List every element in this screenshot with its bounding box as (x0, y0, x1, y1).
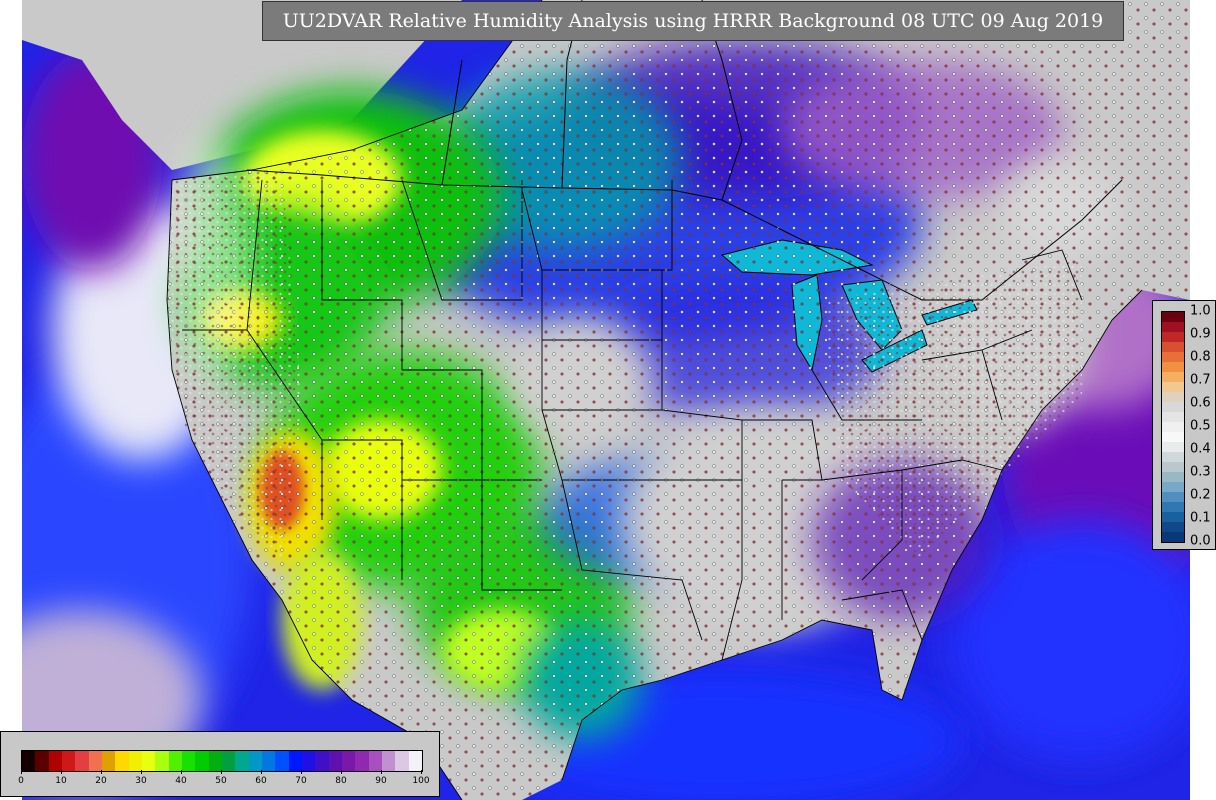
rh-color-segment (22, 751, 36, 771)
rh-tick-mark (301, 770, 302, 774)
increment-tick-label: 0.5 (1190, 418, 1211, 434)
rh-color-segment (355, 751, 369, 771)
rh-colorbar-gradient (21, 750, 423, 772)
increment-color-segment (1162, 452, 1184, 462)
increment-color-segment (1162, 522, 1184, 532)
rh-tick-label: 30 (135, 776, 147, 786)
increment-tick-label: 0.8 (1190, 349, 1211, 365)
increment-tick-label: 0.2 (1190, 487, 1211, 503)
increment-color-segment (1162, 422, 1184, 432)
rh-color-segment (35, 751, 49, 771)
rh-tick-mark (141, 770, 142, 774)
rh-color-segment (408, 751, 422, 771)
rh-tick-mark (21, 770, 22, 774)
rh-color-segment (275, 751, 289, 771)
increment-color-segment (1162, 532, 1184, 542)
rh-color-segment (368, 751, 382, 771)
relative-humidity-colorbar: 0 10 20 30 40 50 60 70 80 90 100 (0, 731, 440, 797)
increment-color-segment (1162, 502, 1184, 512)
rh-tick-label: 80 (335, 776, 347, 786)
map-canvas (22, 0, 1190, 800)
rh-tick-label: 10 (55, 776, 67, 786)
increment-color-segment (1162, 432, 1184, 442)
rh-tick-mark (381, 770, 382, 774)
increment-color-segment (1162, 362, 1184, 372)
rh-color-segment (315, 751, 329, 771)
increment-color-segment (1162, 402, 1184, 412)
rh-tick-mark (61, 770, 62, 774)
rh-color-segment (48, 751, 62, 771)
rh-color-segment (328, 751, 342, 771)
rh-tick-mark (421, 770, 422, 774)
rh-tick-label: 70 (295, 776, 307, 786)
rh-color-segment (141, 751, 156, 771)
rh-tick-label: 40 (175, 776, 187, 786)
rh-color-segment (75, 751, 89, 771)
rh-tick-label: 90 (375, 776, 387, 786)
increment-tick-label: 0.4 (1190, 441, 1211, 457)
rh-tick-label: 0 (18, 776, 24, 786)
increment-tick-label: 1.0 (1190, 303, 1211, 319)
increment-color-segment (1162, 382, 1184, 392)
increment-color-segment (1162, 462, 1184, 472)
rh-color-segment (288, 751, 302, 771)
rh-tick-label: 100 (412, 776, 430, 786)
rh-tick-label: 50 (215, 776, 227, 786)
increment-tick-label: 0.6 (1190, 395, 1211, 411)
increment-color-segment (1162, 482, 1184, 492)
rh-color-segment (168, 751, 182, 771)
increment-colorbar-gradient (1161, 311, 1185, 543)
rh-color-segment (341, 751, 356, 771)
rh-color-segment (261, 751, 276, 771)
rh-color-segment (208, 751, 222, 771)
increment-color-segment (1162, 472, 1184, 482)
rh-tick-mark (221, 770, 222, 774)
rh-color-segment (101, 751, 116, 771)
increment-color-segment (1162, 372, 1184, 382)
rh-color-segment (115, 751, 129, 771)
rh-color-segment (301, 751, 316, 771)
increment-tick-label: 0.9 (1190, 326, 1211, 342)
rh-color-segment (221, 751, 236, 771)
increment-color-segment (1162, 442, 1184, 452)
rh-tick-label: 60 (255, 776, 267, 786)
rh-tick-mark (181, 770, 182, 774)
increment-color-segment (1162, 392, 1184, 402)
increment-colorbar: 1.0 0.9 0.8 0.7 0.6 0.5 0.4 0.3 0.2 0.1 0.0 (1152, 300, 1216, 550)
rh-tick-mark (261, 770, 262, 774)
rh-color-segment (381, 751, 396, 771)
increment-color-segment (1162, 322, 1184, 332)
increment-color-segment (1162, 352, 1184, 362)
humidity-map: UU2DVAR Relative Humidity Analysis using… (22, 0, 1190, 800)
increment-color-segment (1162, 312, 1184, 322)
rh-tick-label: 20 (95, 776, 107, 786)
increment-color-segment (1162, 492, 1184, 502)
rh-color-segment (395, 751, 409, 771)
increment-tick-label: 0.1 (1190, 510, 1211, 526)
rh-tick-mark (101, 770, 102, 774)
rh-color-segment (88, 751, 102, 771)
rh-tick-mark (341, 770, 342, 774)
increment-tick-label: 0.0 (1190, 533, 1211, 549)
rh-color-segment (248, 751, 262, 771)
increment-color-segment (1162, 512, 1184, 522)
map-title: UU2DVAR Relative Humidity Analysis using… (262, 1, 1124, 41)
rh-color-segment (155, 751, 169, 771)
rh-color-segment (181, 751, 196, 771)
increment-tick-label: 0.7 (1190, 372, 1211, 388)
rh-color-segment (61, 751, 76, 771)
increment-color-segment (1162, 412, 1184, 422)
rh-color-segment (195, 751, 209, 771)
increment-color-segment (1162, 332, 1184, 342)
increment-color-segment (1162, 342, 1184, 352)
rh-color-segment (128, 751, 142, 771)
rh-color-segment (235, 751, 249, 771)
increment-tick-label: 0.3 (1190, 464, 1211, 480)
